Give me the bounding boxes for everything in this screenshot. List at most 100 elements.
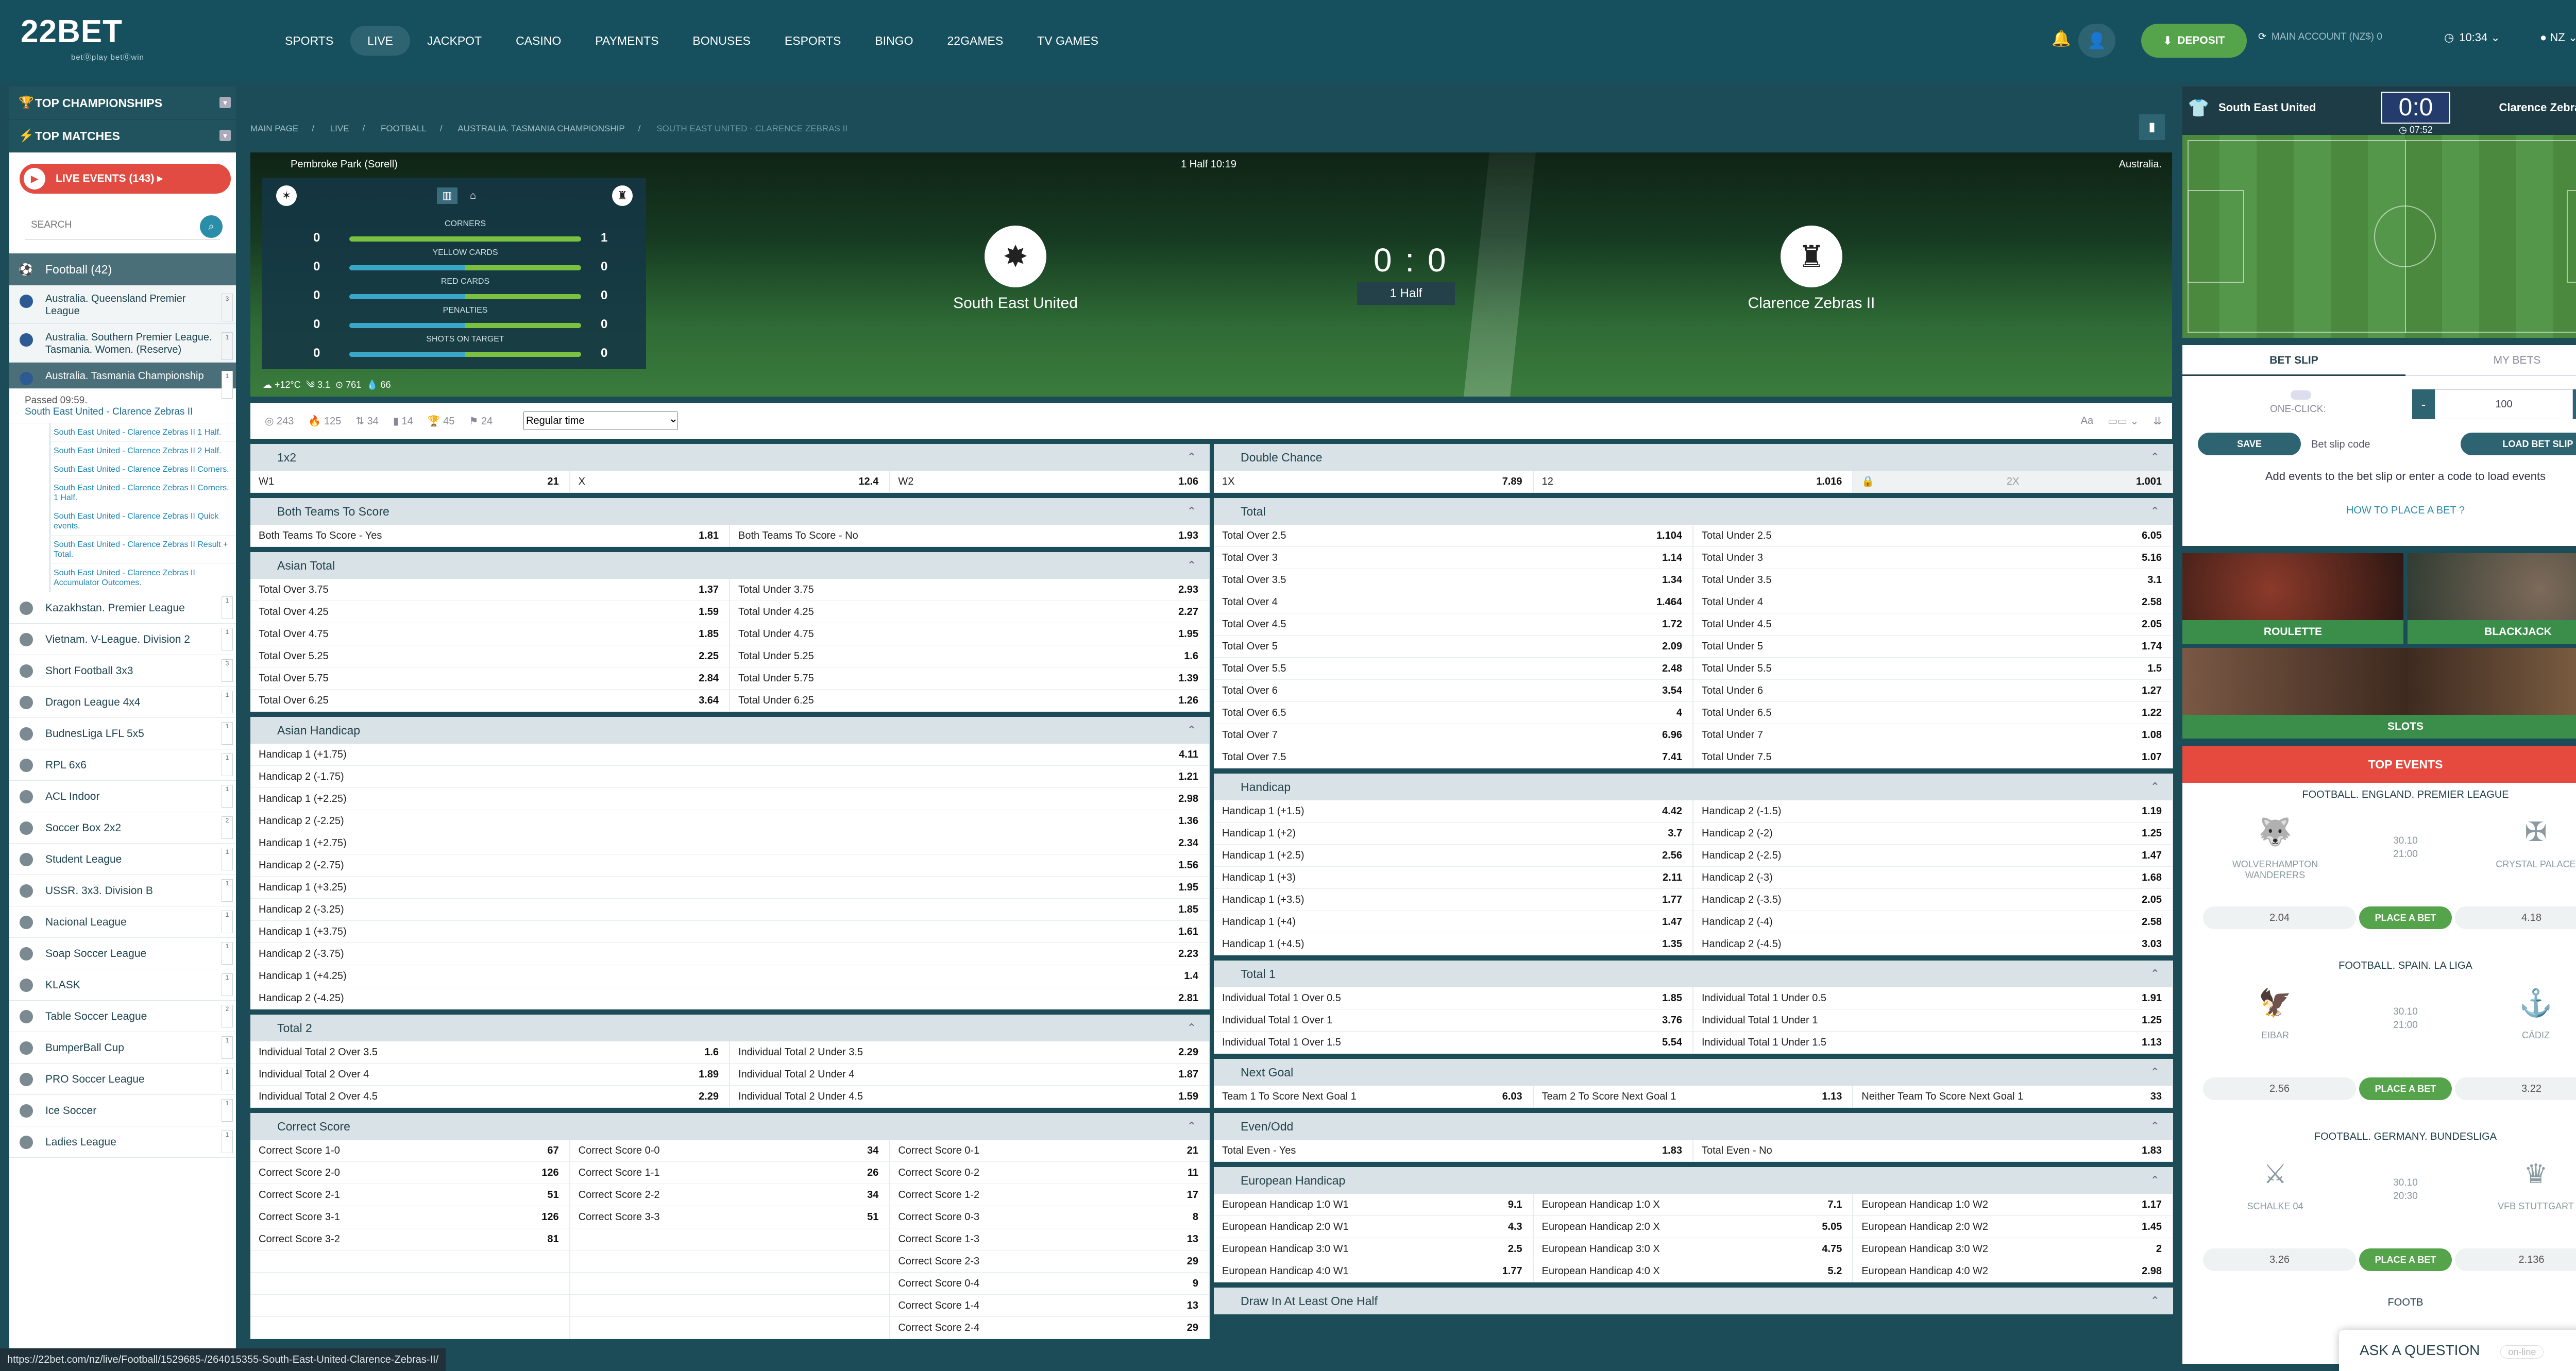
league-item[interactable]: Vietnam. V-League. Division 2 1 bbox=[9, 624, 236, 655]
odds-cell[interactable]: Correct Score 2-2 34 bbox=[570, 1184, 890, 1206]
odds-cell[interactable]: Total Over 5.75 2.84 bbox=[250, 667, 730, 689]
odds-cell[interactable]: Total Over 3.75 1.37 bbox=[250, 579, 730, 601]
odds-cell[interactable]: Total Over 4.5 1.72 bbox=[1214, 613, 1693, 635]
filter-trophy[interactable]: 🏆 45 bbox=[428, 415, 455, 427]
odds-cell[interactable]: 1X 7.89 bbox=[1214, 471, 1534, 492]
how-to-link[interactable]: HOW TO PLACE A BET ? bbox=[2182, 505, 2576, 517]
odds-cell[interactable]: Individual Total 2 Under 3.5 2.29 bbox=[730, 1041, 1210, 1063]
odds-cell[interactable]: Total Under 7.5 1.07 bbox=[1693, 746, 2173, 768]
bell-icon[interactable]: 🔔 bbox=[2052, 30, 2071, 48]
odds-cell[interactable]: European Handicap 4:0 W1 1.77 bbox=[1214, 1260, 1534, 1282]
one-click-toggle[interactable] bbox=[2291, 390, 2311, 400]
minus-button[interactable]: - bbox=[2412, 389, 2435, 419]
odds-cell[interactable]: Handicap 2 (-1.5) 1.19 bbox=[1693, 800, 2173, 822]
slots-tile[interactable]: SLOTS bbox=[2182, 648, 2576, 739]
chevron-up-icon[interactable]: ⌃ bbox=[2150, 774, 2160, 800]
odds-cell[interactable]: Correct Score 0-4 9 bbox=[890, 1273, 1210, 1294]
odds-cell[interactable]: Handicap 1 (+3.5) 1.77 bbox=[1214, 889, 1693, 911]
top-event-home[interactable]: 🦅 EIBAR bbox=[2213, 983, 2337, 1041]
odds-home[interactable]: 2.04 bbox=[2203, 906, 2356, 929]
odds-cell[interactable]: Total Under 4 2.58 bbox=[1693, 591, 2173, 613]
nav-live[interactable]: LIVE bbox=[350, 26, 411, 56]
field-icon[interactable]: ⌂ bbox=[463, 187, 483, 204]
odds-cell[interactable]: Total Over 6.25 3.64 bbox=[250, 690, 730, 711]
market-header[interactable]: Total ⌃ bbox=[1214, 498, 2173, 525]
league-item[interactable]: PRO Soccer League 1 bbox=[9, 1064, 236, 1095]
deposit-button[interactable]: ⬇ DEPOSIT bbox=[2141, 24, 2247, 58]
odds-cell[interactable]: European Handicap 3:0 W1 2.5 bbox=[1214, 1238, 1534, 1260]
top-event-home[interactable]: ⚔ SCHALKE 04 bbox=[2213, 1154, 2337, 1212]
odds-cell[interactable]: Team 1 To Score Next Goal 1 6.03 bbox=[1214, 1086, 1534, 1107]
league-item[interactable]: BumperBall Cup 1 bbox=[9, 1032, 236, 1064]
odds-cell[interactable]: Total Under 5.25 1.6 bbox=[730, 645, 1210, 667]
filter-all[interactable]: ◎ 243 bbox=[265, 415, 294, 427]
filter-goal[interactable]: ⚑ 24 bbox=[469, 415, 493, 427]
odds-cell[interactable]: Individual Total 1 Over 1 3.76 bbox=[1214, 1009, 1693, 1031]
odds-cell[interactable]: Both Teams To Score - No 1.93 bbox=[730, 525, 1210, 546]
odds-cell[interactable]: 🔒 2X 1.001 bbox=[1853, 471, 2174, 492]
odds-cell[interactable]: Handicap 2 (-2.75) 1.56 bbox=[250, 854, 1210, 876]
odds-cell[interactable]: Total Over 5.5 2.48 bbox=[1214, 658, 1693, 679]
bet-slip-code-input[interactable]: Bet slip code bbox=[2311, 439, 2370, 451]
stake-input[interactable]: 100 bbox=[2435, 389, 2573, 419]
odds-cell[interactable]: Individual Total 1 Under 1.5 1.13 bbox=[1693, 1032, 2173, 1053]
load-bet-slip-button[interactable]: LOAD BET SLIP bbox=[2461, 433, 2576, 455]
odds-cell[interactable]: Total Over 6.5 4 bbox=[1214, 702, 1693, 724]
odds-cell[interactable]: Handicap 1 (+2.5) 2.56 bbox=[1214, 845, 1693, 866]
odds-cell[interactable]: Handicap 1 (+3) 2.11 bbox=[1214, 867, 1693, 888]
nav-tv-games[interactable]: TV GAMES bbox=[1020, 26, 1115, 56]
filter-fire[interactable]: 🔥 125 bbox=[308, 415, 341, 427]
odds-cell[interactable]: Total Over 7 6.96 bbox=[1214, 724, 1693, 746]
top-event-away[interactable]: ♛ VFB STUTTGART bbox=[2474, 1154, 2576, 1212]
odds-home[interactable]: 3.26 bbox=[2203, 1248, 2356, 1271]
odds-cell[interactable]: Handicap 2 (-4) 2.58 bbox=[1693, 911, 2173, 933]
odds-cell[interactable]: Handicap 2 (-4.25) 2.81 bbox=[250, 987, 1210, 1009]
odds-cell[interactable]: Total Under 6.25 1.26 bbox=[730, 690, 1210, 711]
columns-icon[interactable]: ▭▭ ⌄ bbox=[2108, 415, 2139, 427]
odds-cell[interactable]: Total Under 6 1.27 bbox=[1693, 680, 2173, 701]
nav-bingo[interactable]: BINGO bbox=[858, 26, 930, 56]
crumb-main[interactable]: MAIN PAGE bbox=[250, 124, 298, 133]
market-header[interactable]: European Handicap ⌃ bbox=[1214, 1167, 2173, 1194]
odds-cell[interactable]: European Handicap 4:0 X 5.2 bbox=[1534, 1260, 1854, 1282]
odds-cell[interactable]: Handicap 1 (+1.75) 4.11 bbox=[250, 744, 1210, 765]
odds-cell[interactable]: Total Under 6.5 1.22 bbox=[1693, 702, 2173, 724]
market-header[interactable]: Draw In At Least One Half ⌃ bbox=[1214, 1288, 2173, 1314]
odds-cell[interactable]: Neither Team To Score Next Goal 1 33 bbox=[1853, 1086, 2174, 1107]
odds-home[interactable]: 2.56 bbox=[2203, 1077, 2356, 1100]
market-header[interactable]: Even/Odd ⌃ bbox=[1214, 1113, 2173, 1140]
odds-cell[interactable]: Total Under 4.75 1.95 bbox=[730, 623, 1210, 645]
statistics-icon[interactable]: ▮ bbox=[2139, 114, 2165, 140]
odds-cell[interactable]: Individual Total 1 Under 0.5 1.91 bbox=[1693, 987, 2173, 1009]
league-item[interactable]: Australia. Queensland Premier League 3 bbox=[9, 285, 236, 324]
tab-bet-slip[interactable]: BET SLIP bbox=[2182, 345, 2405, 376]
search-input[interactable] bbox=[25, 210, 221, 240]
odds-cell[interactable]: Total Over 5.25 2.25 bbox=[250, 645, 730, 667]
odds-cell[interactable]: European Handicap 1:0 W1 9.1 bbox=[1214, 1194, 1534, 1215]
clock[interactable]: ◷ 10:34 ⌄ bbox=[2444, 31, 2500, 44]
live-events-button[interactable]: ▶ LIVE EVENTS (143) ▸ bbox=[20, 164, 231, 194]
logo[interactable]: 22BET bet⓪play bet⓪win bbox=[21, 13, 144, 62]
odds-cell[interactable]: Total Over 2.5 1.104 bbox=[1214, 525, 1693, 546]
market-header[interactable]: Both Teams To Score ⌃ bbox=[250, 498, 1210, 525]
sport-football[interactable]: ⚽ Football (42) bbox=[9, 253, 236, 285]
filter-swap[interactable]: ⇅ 34 bbox=[355, 415, 379, 427]
league-item[interactable]: BudnesLiga LFL 5x5 1 bbox=[9, 718, 236, 749]
chevron-up-icon[interactable]: ⌃ bbox=[1187, 444, 1196, 471]
odds-cell[interactable]: W2 1.06 bbox=[890, 471, 1210, 492]
odds-cell[interactable]: Correct Score 0-3 8 bbox=[890, 1206, 1210, 1228]
odds-cell[interactable]: Handicap 1 (+4.25) 1.4 bbox=[250, 965, 1210, 987]
period-select[interactable]: Regular time bbox=[523, 412, 679, 430]
odds-cell[interactable]: Handicap 1 (+2) 3.7 bbox=[1214, 822, 1693, 844]
league-item[interactable]: Nacional League 1 bbox=[9, 906, 236, 938]
odds-cell[interactable]: Correct Score 1-0 67 bbox=[250, 1140, 570, 1161]
top-event-away[interactable]: ⚓ CÁDIZ bbox=[2474, 983, 2576, 1041]
odds-cell[interactable]: Correct Score 1-4 13 bbox=[890, 1295, 1210, 1316]
odds-cell[interactable]: Individual Total 2 Over 3.5 1.6 bbox=[250, 1041, 730, 1063]
odds-cell[interactable]: Total Over 6 3.54 bbox=[1214, 680, 1693, 701]
odds-away[interactable]: 4.18 bbox=[2455, 906, 2576, 929]
odds-cell[interactable]: Correct Score 1-2 17 bbox=[890, 1184, 1210, 1206]
nav-bonuses[interactable]: BONUSES bbox=[675, 26, 767, 56]
chevron-up-icon[interactable]: ⌃ bbox=[1187, 498, 1196, 525]
sub-event[interactable]: South East United - Clarence Zebras II 1… bbox=[49, 423, 236, 442]
